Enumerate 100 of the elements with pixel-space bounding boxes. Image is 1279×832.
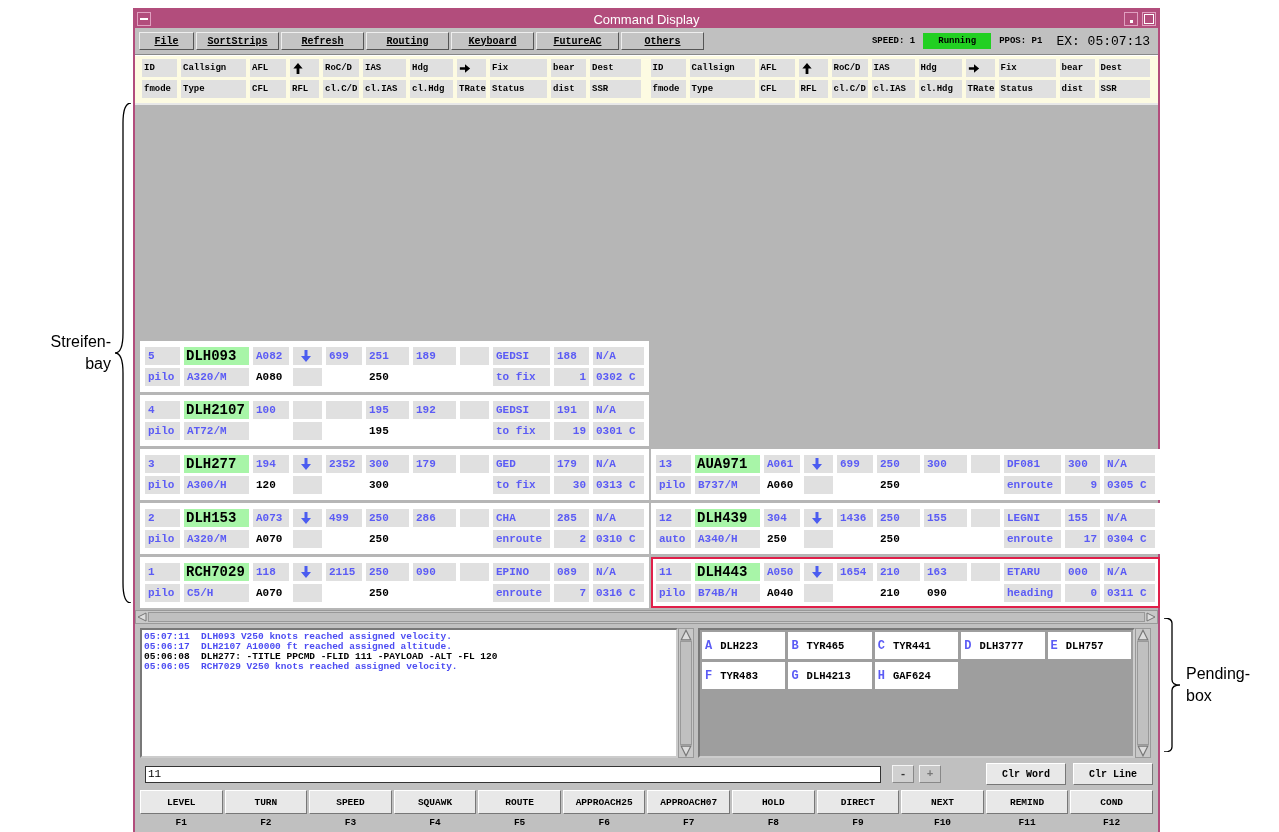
function-button[interactable]: NEXT [901,790,984,814]
function-button[interactable]: COND [1070,790,1153,814]
clear-button[interactable]: Clr Line [1073,763,1153,785]
menu-button[interactable]: Routing [366,32,449,50]
pending-item[interactable]: E DLH757 [1047,632,1131,659]
strip-cell: GED [493,455,550,473]
function-key-label: F2 [260,817,272,828]
pending-item[interactable]: H GAF624 [874,662,959,689]
flight-strip[interactable]: 5 DLH093 A082 699 251 189 GEDSI 188 N/A pilo A320/M A080 250 to fix 1 0302 C [140,341,649,392]
header-cell: IAS [363,59,406,77]
flight-strip[interactable]: 11 DLH443 A050 1654 210 163 ETARU 000 N/A pilo B74B/H A040 210 090 heading 0 0311 C [651,557,1160,608]
clear-button[interactable]: Clr Word [986,763,1066,785]
pending-item[interactable]: A DLH223 [702,632,786,659]
strip-cell [804,476,833,494]
pending-item[interactable]: B TYR465 [788,632,872,659]
strip-cell [804,530,833,548]
menu-button[interactable]: FutureAC [536,32,619,50]
menu-button[interactable]: Keyboard [451,32,534,50]
strip-cell [460,563,489,581]
header-cell: bear [1059,59,1095,77]
strip-cell: 194 [253,455,289,473]
header-cell: Callsign [689,59,755,77]
horizontal-scrollbar[interactable] [135,610,1158,624]
log-message: 05:07:11 DLH093 V250 knots reached assigned velocity. [144,632,453,642]
callsign-cell: DLH153 [184,509,249,527]
strip-cell: 100 [253,401,289,419]
pending-item[interactable]: C TYR441 [874,632,959,659]
menu-button[interactable]: Refresh [281,32,364,50]
strip-cell: 250 [366,509,409,527]
pending-item[interactable]: F TYR483 [702,662,786,689]
header-cell: cl.Hdg [410,80,453,98]
menu-button[interactable]: SortStrips [196,32,279,50]
strip-cell: 188 [554,347,589,365]
strip-cell: A340/H [695,530,760,548]
log-message: 05:06:08 DLH277: -TITLE PPCMD -FLID 111 -PAYLOAD -ALT -FL 120 [144,652,499,662]
function-button[interactable]: SPEED [309,790,392,814]
pending-item[interactable]: D DLH3777 [961,632,1045,659]
maximize-button[interactable] [1142,12,1156,26]
strip-cell: 699 [837,455,873,473]
strip-cell: 12 [656,509,691,527]
strip-cell: GEDSI [493,401,550,419]
menu-button[interactable]: File [139,32,194,50]
vertical-scrollbar[interactable] [678,628,694,758]
strip-cell: A300/H [184,476,249,494]
scroll-left-icon[interactable] [136,612,148,622]
header-cell: Hdg [410,59,453,77]
flight-strip[interactable]: 4 DLH2107 100 195 192 GEDSI 191 N/A pilo AT72/M 195 to fix 19 0301 C [140,395,649,446]
header-cell: dist [551,80,586,98]
strip-cell: EPINO [493,563,550,581]
strip-cell [293,584,322,602]
strip-cell: 155 [1065,509,1100,527]
strip-cell: AT72/M [184,422,249,440]
strip-cell: 300 [366,455,409,473]
decrement-button[interactable]: - [892,765,914,783]
strip-cell: N/A [1104,563,1155,581]
strip-cell: 192 [413,401,456,419]
header-cell: SSR [1098,80,1150,98]
function-button[interactable]: APPROACH07 [647,790,731,814]
callsign-cell: DLH277 [184,455,249,473]
function-key-label: F9 [852,817,864,828]
strip-cell: A061 [764,455,800,473]
function-button[interactable]: APPROACH25 [562,790,646,814]
window-menu-button[interactable] [137,12,151,26]
flight-strip[interactable]: 3 DLH277 194 2352 300 179 GED 179 N/A pilo A300/H 120 300 to fix 30 0313 C [140,449,649,500]
strip-cell: 7 [554,584,589,602]
command-input[interactable]: 11 [145,765,881,783]
function-key-label: F10 [933,817,952,828]
flight-strip[interactable]: 1 RCH7029 118 2115 250 090 EPINO 089 N/A pilo C5/H A070 250 enroute 7 0316 C [140,557,649,608]
strip-cell: enroute [493,530,550,548]
minimize-button[interactable] [1124,12,1138,26]
flight-strip[interactable]: 13 AUA971 A061 699 250 300 DF081 300 N/A pilo B737/M A060 250 enroute 9 0305 C [651,449,1160,500]
menu-button[interactable]: Others [621,32,704,50]
function-button[interactable]: DIRECT [816,790,900,814]
function-button[interactable]: LEVEL [140,790,223,814]
vertical-scrollbar[interactable] [1135,628,1151,758]
function-button[interactable]: ROUTE [478,790,561,814]
strip-cell [460,455,489,473]
header-cell: TRate [965,80,995,98]
log-message: 05:06:05 RCH7029 V250 knots reached assigned velocity. [144,662,459,672]
function-button[interactable]: REMIND [985,790,1069,814]
scroll-right-icon[interactable] [1145,612,1157,622]
strip-cell: C5/H [184,584,249,602]
header-cell: Fix [490,59,547,77]
strip-cell: CHA [493,509,550,527]
function-button[interactable]: SQUAWK [393,790,477,814]
flight-strip[interactable]: 2 DLH153 A073 499 250 286 CHA 285 N/A pilo A320/M A070 250 enroute 2 0310 C [140,503,649,554]
strip-cell [293,530,322,548]
function-key-label: F5 [513,817,526,828]
header-cell: RFL [290,80,319,98]
flight-strip[interactable]: 12 DLH439 304 1436 250 155 LEGNI 155 N/A auto A340/H 250 250 enroute 17 0304 C [651,503,1160,554]
strip-cell: 300 [924,455,967,473]
callsign-cell: DLH2107 [184,401,249,419]
function-button[interactable]: HOLD [732,790,815,814]
strip-cell: B74B/H [695,584,760,602]
annotation-label: Pending- box [1186,664,1251,706]
strip-cell: 2 [554,530,589,548]
function-button[interactable]: TURN [224,790,308,814]
pending-item[interactable]: G DLH4213 [788,662,872,689]
function-key-label: F3 [344,817,357,828]
strip-cell: pilo [656,476,691,494]
